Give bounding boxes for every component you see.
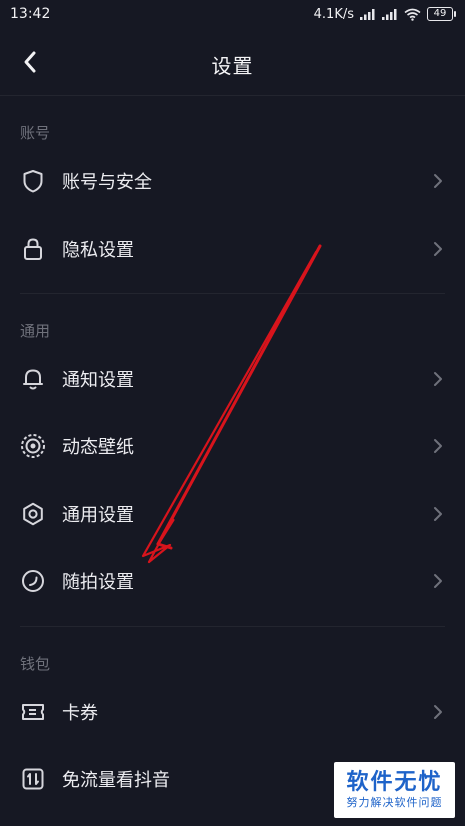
watermark-subtitle: 努力解决软件问题 <box>346 795 443 809</box>
settings-item-label: 账号与安全 <box>62 172 152 193</box>
settings-item-snapshot[interactable]: 随拍设置 <box>0 548 465 614</box>
section-header-account: 账号 <box>20 124 51 142</box>
signal-icon <box>360 9 375 20</box>
live-wallpaper-icon <box>20 433 46 459</box>
chevron-right-icon <box>434 439 442 453</box>
chevron-right-icon <box>434 574 442 588</box>
signal-icon-2 <box>382 9 397 20</box>
chevron-right-icon <box>434 242 442 256</box>
settings-item-label: 随拍设置 <box>62 572 134 593</box>
data-free-icon <box>20 766 46 792</box>
settings-item-label: 免流量看抖音 <box>62 770 170 791</box>
ticket-icon <box>20 699 46 725</box>
settings-item-privacy[interactable]: 隐私设置 <box>0 216 465 282</box>
chevron-right-icon <box>434 705 442 719</box>
nav-bar: 设置 <box>0 28 465 96</box>
section-divider <box>20 626 445 627</box>
chevron-right-icon <box>434 174 442 188</box>
status-time: 13:42 <box>10 6 51 22</box>
chevron-right-icon <box>434 507 442 521</box>
lock-icon <box>20 236 46 262</box>
settings-item-live-wallpaper[interactable]: 动态壁纸 <box>0 413 465 479</box>
bell-icon <box>20 366 46 392</box>
settings-item-label: 通用设置 <box>62 505 134 526</box>
snapshot-icon <box>20 568 46 594</box>
section-divider <box>20 293 445 294</box>
settings-item-general[interactable]: 通用设置 <box>0 481 465 547</box>
status-bar: 13:42 4.1K/s 49 <box>0 0 465 28</box>
settings-item-account-security[interactable]: 账号与安全 <box>0 148 465 214</box>
status-indicators: 4.1K/s 49 <box>313 6 456 22</box>
settings-item-notifications[interactable]: 通知设置 <box>0 346 465 412</box>
battery-level: 49 <box>433 8 447 19</box>
gear-icon <box>20 501 46 527</box>
settings-item-coupons[interactable]: 卡券 <box>0 679 465 745</box>
wifi-icon <box>404 8 421 21</box>
chevron-right-icon <box>434 372 442 386</box>
network-speed: 4.1K/s <box>313 6 354 22</box>
battery-icon: 49 <box>427 7 456 21</box>
watermark-title: 软件无忧 <box>346 770 443 796</box>
section-header-wallet: 钱包 <box>20 655 51 673</box>
settings-item-label: 隐私设置 <box>62 240 134 261</box>
watermark-logo: 软件无忧 努力解决软件问题 <box>334 762 455 818</box>
shield-icon <box>20 168 46 194</box>
settings-item-label: 通知设置 <box>62 370 134 391</box>
section-header-general: 通用 <box>20 322 51 340</box>
page-title: 设置 <box>211 54 254 78</box>
settings-item-label: 卡券 <box>62 703 98 724</box>
settings-item-label: 动态壁纸 <box>62 437 134 458</box>
